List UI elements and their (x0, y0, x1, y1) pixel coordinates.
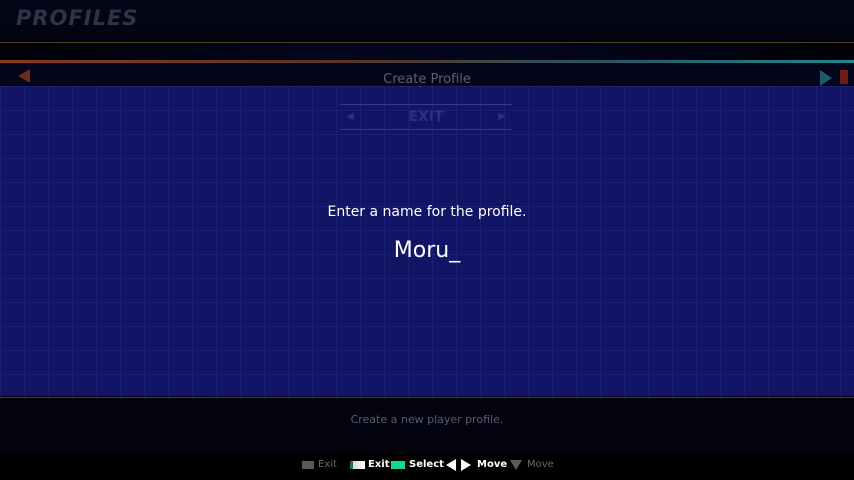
key-gray-icon (302, 461, 314, 469)
hint-exit-dim[interactable]: Exit (318, 459, 337, 471)
chevron-right-icon: ▶ (498, 111, 506, 122)
hint-select[interactable]: Select (409, 459, 444, 471)
key-green-icon (391, 461, 405, 469)
left-arrow-icon (446, 459, 456, 471)
profile-name-input[interactable] (0, 238, 854, 263)
background-exit-button: ◀ EXIT ▶ (340, 104, 512, 130)
header-bar: PROFILES (0, 0, 854, 43)
down-arrow-icon (510, 460, 522, 470)
subheader-title: Create Profile (383, 72, 471, 87)
right-arrow-icon (461, 459, 471, 471)
hint-move-dim[interactable]: Move (527, 459, 554, 471)
chevron-left-icon: ◀ (346, 111, 354, 122)
corner-marker-icon (840, 70, 848, 84)
hint-move[interactable]: Move (477, 459, 507, 471)
exit-label: EXIT (408, 109, 444, 125)
hint-exit[interactable]: Exit (368, 459, 390, 471)
right-arrow-icon (820, 70, 832, 86)
dialog-prompt: Enter a name for the profile. (327, 204, 527, 220)
description-text: Create a new player profile. (350, 413, 504, 426)
key-white-icon (350, 461, 365, 469)
page-title: PROFILES (16, 6, 139, 30)
